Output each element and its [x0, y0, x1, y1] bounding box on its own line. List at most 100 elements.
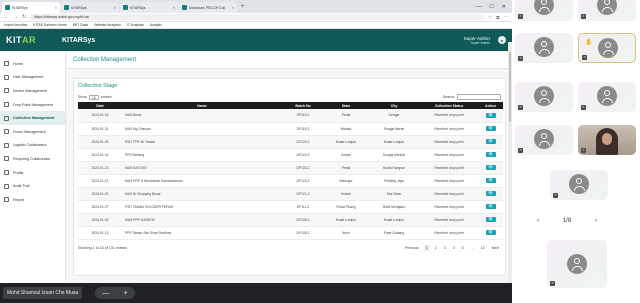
- scrollbar-thumb[interactable]: [509, 52, 511, 122]
- pagination-page[interactable]: 4: [451, 245, 457, 251]
- view-button[interactable]: 👁: [485, 178, 496, 183]
- view-button[interactable]: 👁: [485, 139, 496, 144]
- participant-tile[interactable]: ✕: [578, 82, 636, 112]
- city-cell: Sungai Merah: [368, 122, 420, 136]
- star-icon[interactable]: ☆: [488, 14, 492, 20]
- minimize-icon[interactable]: —: [476, 4, 481, 10]
- table-controls: Show 10 entries Search:: [74, 92, 505, 102]
- bookmark-item[interactable]: KITAR Sahamn Home: [33, 23, 66, 27]
- city-cell: Gerigar: [368, 109, 420, 123]
- column-header[interactable]: Date: [78, 102, 122, 109]
- app-header: KITAR KITARSys Super Admin Super Admin ●: [0, 29, 512, 51]
- browser-tab[interactable]: KITARSys ×: [61, 2, 119, 13]
- entries-select[interactable]: 10: [89, 94, 99, 100]
- participant-tile[interactable]: ✕: [550, 170, 608, 200]
- sidebar-item-label: Recycling Collaborator: [13, 156, 51, 161]
- bookmark-item[interactable]: IT Analytics: [127, 23, 144, 27]
- zoom-out-button[interactable]: —: [102, 290, 109, 297]
- pagination-page[interactable]: 3: [442, 245, 448, 251]
- collection-icon: [4, 115, 9, 121]
- avatar-icon: [569, 174, 589, 194]
- user-avatar-icon[interactable]: ●: [498, 36, 506, 44]
- menu-icon[interactable]: ⋯: [504, 14, 509, 20]
- pagination-page[interactable]: 5: [460, 245, 466, 251]
- mic-off-icon: ✕: [581, 14, 586, 19]
- browser-tab[interactable]: KITARSys ×: [120, 2, 178, 13]
- bookmark-item[interactable]: Website Analytics: [94, 23, 121, 27]
- participant-tile[interactable]: ✕: [515, 125, 573, 155]
- close-icon[interactable]: ×: [114, 5, 116, 10]
- sidebar-item-audit-trail[interactable]: Audit Trail: [0, 179, 65, 193]
- browser-tab[interactable]: Download: PED-DF.Coll ×: [179, 2, 237, 13]
- reload-icon[interactable]: ↻: [22, 14, 26, 20]
- view-button[interactable]: 👁: [485, 165, 496, 170]
- participant-tile[interactable]: ✕: [515, 0, 573, 21]
- sidebar-item-recycling-collaborator[interactable]: Recycling Collaborator: [0, 152, 65, 166]
- profile-icon: [4, 170, 9, 176]
- batch-cell: DP108-2: [282, 213, 324, 227]
- entries-control: Show 10 entries: [78, 94, 112, 100]
- participant-face: [602, 133, 612, 145]
- table-footer: Showing 1 to 10 of 131 entries Previous …: [74, 242, 505, 254]
- participant-tile[interactable]: ✋ ✕: [578, 33, 636, 63]
- column-header[interactable]: Batch No: [282, 102, 324, 109]
- home-icon: [4, 61, 9, 67]
- sidebar-item-collection-management[interactable]: Collection Management: [0, 111, 65, 125]
- chevron-left-icon[interactable]: ‹: [537, 218, 539, 224]
- pagination-page[interactable]: 2: [433, 245, 439, 251]
- self-view-tile[interactable]: ✕: [547, 240, 607, 288]
- date-cell: 2024-01-20: [78, 187, 122, 201]
- pagination-page[interactable]: 14: [479, 245, 487, 251]
- sidebar-item-label: Collection Management: [13, 116, 55, 121]
- view-button[interactable]: 👁: [485, 112, 496, 118]
- view-button[interactable]: 👁: [485, 204, 496, 209]
- participant-tile[interactable]: ✕: [515, 82, 573, 112]
- column-header[interactable]: Collection Status: [420, 102, 478, 109]
- view-button[interactable]: 👁: [485, 152, 496, 157]
- name-cell: MAS PPR Jl Hendramin Kamaruzaman: [122, 174, 282, 188]
- close-icon[interactable]: ×: [232, 5, 234, 10]
- participant-video-tile[interactable]: ✕: [578, 125, 636, 155]
- close-icon[interactable]: ×: [55, 5, 57, 10]
- bookmark-item[interactable]: Import favorites: [4, 23, 27, 27]
- sidebar-item-donor-management[interactable]: Donor Management: [0, 125, 65, 139]
- forward-icon[interactable]: →: [13, 14, 18, 20]
- search-input[interactable]: [457, 94, 501, 100]
- sidebar-item-report[interactable]: Report: [0, 193, 65, 207]
- pagination-previous[interactable]: Previous: [403, 245, 421, 251]
- view-button[interactable]: 👁: [485, 230, 496, 235]
- mic-off-icon: ✕: [553, 193, 558, 198]
- close-icon[interactable]: ×: [173, 5, 175, 10]
- name-cell: MAS PPR GAHEOK: [122, 213, 282, 227]
- new-tab-icon[interactable]: +: [238, 2, 248, 13]
- browser-tab[interactable]: KITARSys ×: [2, 2, 60, 13]
- view-button[interactable]: 👁: [485, 126, 496, 131]
- pagination-next[interactable]: Next: [490, 245, 501, 251]
- view-button[interactable]: 👁: [485, 191, 496, 196]
- column-header[interactable]: Name: [122, 102, 282, 109]
- url-input[interactable]: https://kitarsys.mahb.gov.my/kt-bs/: [30, 14, 485, 20]
- pagination-page[interactable]: 1: [423, 244, 430, 251]
- user-info[interactable]: Super Admin Super Admin: [464, 36, 490, 45]
- extensions-icon[interactable]: ⧉: [496, 15, 499, 20]
- close-window-icon[interactable]: ✕: [502, 4, 506, 10]
- sidebar-item-home[interactable]: Home: [0, 57, 65, 71]
- sidebar-item-profile[interactable]: Profile: [0, 166, 65, 180]
- app-logo[interactable]: KITAR: [6, 35, 62, 45]
- column-header[interactable]: State: [324, 102, 368, 109]
- maximize-icon[interactable]: ☐: [489, 4, 493, 10]
- column-header[interactable]: City: [368, 102, 420, 109]
- bookmark-item[interactable]: Analytic: [150, 23, 162, 27]
- view-button[interactable]: 👁: [485, 217, 496, 222]
- sidebar-item-drop-point-management[interactable]: Drop Point Management: [0, 98, 65, 112]
- sidebar-item-device-management[interactable]: Device Management: [0, 84, 65, 98]
- sidebar-item-logistic-collaborator[interactable]: Logistic Collaborator: [0, 139, 65, 153]
- sidebar-item-user-management[interactable]: User Management: [0, 71, 65, 85]
- bookmark-item[interactable]: BRT Dasb: [73, 23, 89, 27]
- participant-tile[interactable]: ✕: [515, 33, 573, 63]
- chevron-right-icon[interactable]: ›: [595, 218, 597, 224]
- back-icon[interactable]: ←: [4, 14, 9, 20]
- status-cell: Received drop point: [420, 135, 478, 149]
- participant-tile[interactable]: ✕: [578, 0, 636, 21]
- zoom-in-button[interactable]: +: [124, 290, 128, 297]
